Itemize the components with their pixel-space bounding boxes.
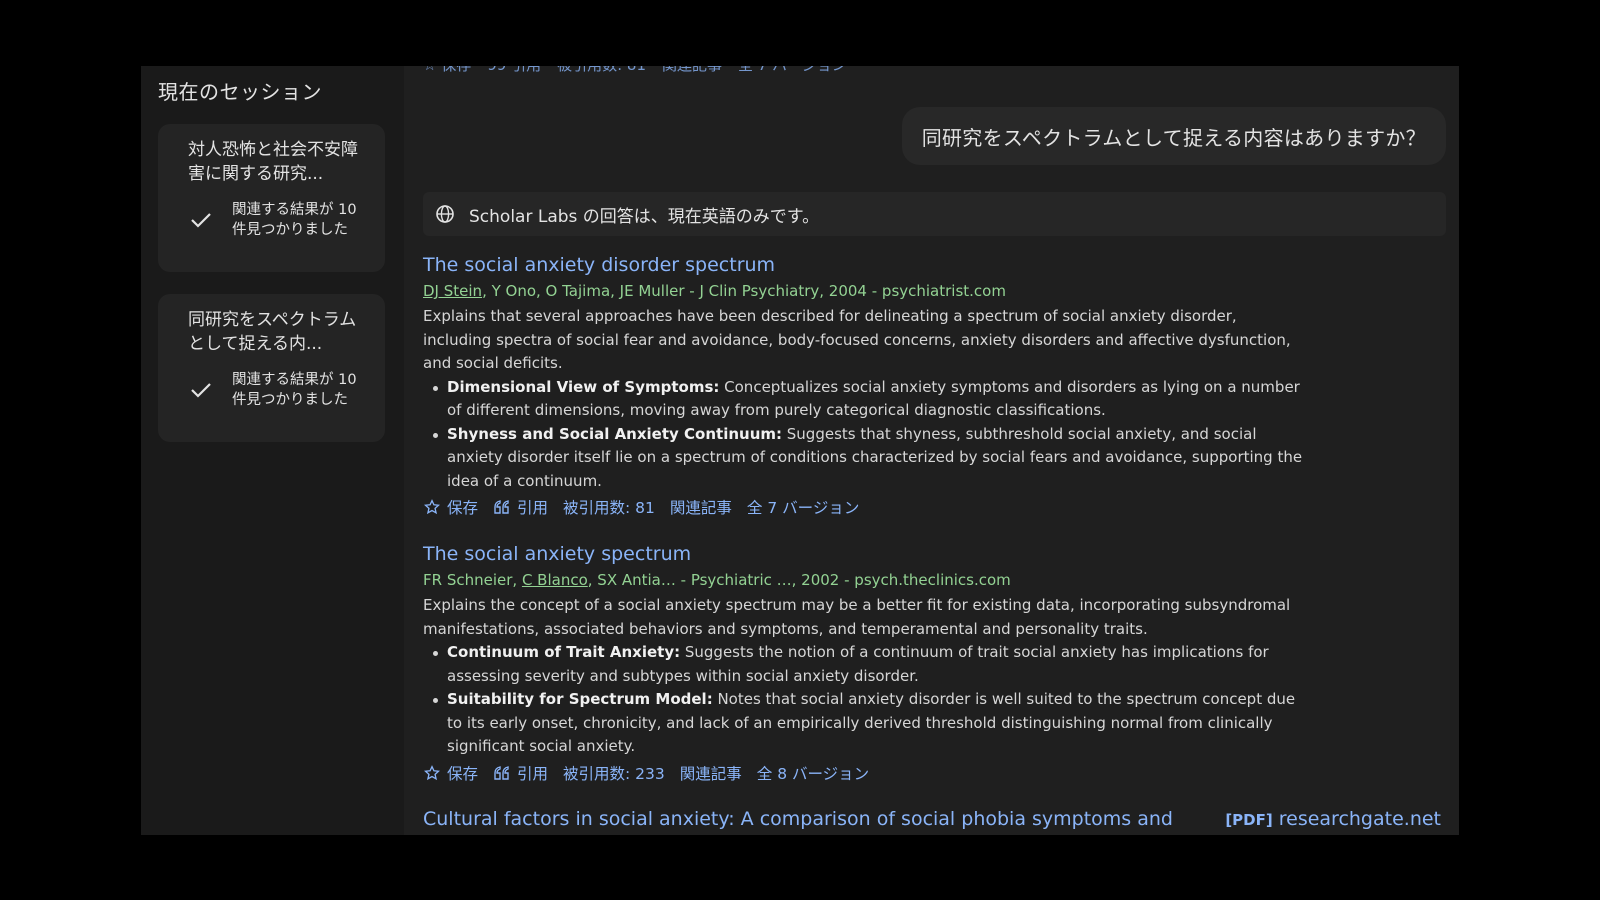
previous-result-actions: ☆ 保存 99 引用 被引用数: 81 関連記事 全 7 バージョン	[423, 66, 847, 75]
related-link[interactable]: 関連記事	[662, 66, 722, 75]
result-meta-text: , SX Antia… - Psychiatric …, 2002 - psyc…	[587, 571, 1011, 589]
save-label: 保存	[447, 499, 479, 517]
globe-icon	[435, 203, 457, 225]
bullet-head: Dimensional View of Symptoms:	[447, 377, 720, 396]
bullet-head: Shyness and Social Anxiety Continuum:	[447, 424, 782, 443]
result-meta: FR Schneier, C Blanco, SX Antia… - Psych…	[423, 569, 1303, 591]
language-notice: Scholar Labs の回答は、現在英語のみです。	[423, 192, 1446, 236]
quote-icon	[493, 498, 511, 516]
cite-label: 引用	[517, 499, 549, 517]
user-query-bubble: 同研究をスペクトラムとして捉える内容はありますか？	[901, 107, 1446, 165]
bullet-item: Suitability for Spectrum Model: Notes th…	[433, 688, 1303, 759]
pdf-tag: [PDF]	[1225, 811, 1273, 829]
result-actions: 保存 引用 被引用数: 233 関連記事 全 8 バージョン	[423, 762, 1303, 784]
pdf-site: researchgate.net	[1278, 808, 1441, 830]
versions-link[interactable]: 全 7 バージョン	[738, 66, 847, 75]
cite-label: 引用	[517, 764, 549, 783]
save-label: 保存	[447, 764, 479, 783]
cited-by-link[interactable]: 被引用数: 81	[557, 66, 646, 75]
star-icon	[423, 498, 441, 516]
check-icon	[190, 375, 220, 405]
result-item: The social anxiety spectrum FR Schneier,…	[423, 540, 1303, 784]
result-meta: DJ Stein, Y Ono, O Tajima, JE Muller - J…	[423, 280, 1303, 302]
results-list: The social anxiety disorder spectrum DJ …	[423, 251, 1303, 806]
session-status-text: 関連する結果が 10 件見つかりました	[232, 372, 357, 408]
result-title-link[interactable]: The social anxiety spectrum	[423, 540, 1303, 568]
author-link[interactable]: DJ Stein	[423, 282, 482, 300]
session-item-2[interactable]: 同研究をスペクトラムとして捉える内... 関連する結果が 10 件見つかりました	[158, 294, 385, 442]
cite-button[interactable]: 引用	[493, 496, 548, 518]
save-button[interactable]: 保存	[423, 762, 478, 784]
star-icon	[423, 764, 441, 782]
bullet-item: Continuum of Trait Anxiety: Suggests the…	[433, 641, 1303, 688]
check-icon	[190, 205, 220, 235]
all-versions-link[interactable]: 全 7 バージョン	[747, 496, 859, 518]
cite-button[interactable]: 引用	[493, 762, 548, 784]
chat-main: ☆ 保存 99 引用 被引用数: 81 関連記事 全 7 バージョン 同研究をス…	[404, 66, 1459, 835]
result-actions: 保存 引用 被引用数: 81 関連記事 全 7 バージョン	[423, 496, 1303, 518]
result-bullets: Dimensional View of Symptoms: Conceptual…	[423, 376, 1303, 494]
session-status: 関連する結果が 10 件見つかりました	[188, 200, 371, 240]
cited-by-link[interactable]: 被引用数: 233	[563, 762, 665, 784]
bullet-item: Dimensional View of Symptoms: Conceptual…	[433, 376, 1303, 423]
session-title: 同研究をスペクトラムとして捉える内...	[188, 310, 357, 354]
session-status-text: 関連する結果が 10 件見つかりました	[232, 202, 357, 238]
result-bullets: Continuum of Trait Anxiety: Suggests the…	[423, 641, 1303, 759]
result-title-link[interactable]: Cultural factors in social anxiety: A co…	[423, 808, 1173, 830]
pdf-link[interactable]: [PDF] researchgate.net	[1225, 808, 1441, 830]
sidebar-title: 現在のセッション	[158, 80, 322, 104]
result-item: The social anxiety disorder spectrum DJ …	[423, 251, 1303, 518]
bullet-head: Suitability for Spectrum Model:	[447, 690, 713, 708]
session-item-1[interactable]: 対人恐怖と社会不安障害に関する研究... 関連する結果が 10 件見つかりました	[158, 124, 385, 272]
result-snippet: Explains that several approaches have be…	[423, 307, 1291, 372]
author-link[interactable]: C Blanco	[522, 571, 588, 589]
save-link[interactable]: ☆ 保存	[423, 66, 471, 75]
result-title-link[interactable]: The social anxiety disorder spectrum	[423, 251, 1303, 279]
result-meta-text: , Y Ono, O Tajima, JE Muller - J Clin Ps…	[482, 282, 1006, 300]
related-articles-link[interactable]: 関連記事	[680, 762, 742, 784]
bullet-head: Continuum of Trait Anxiety:	[447, 643, 681, 661]
cited-by-link[interactable]: 被引用数: 81	[563, 496, 655, 518]
result-meta-text: FR Schneier,	[423, 571, 522, 589]
related-articles-link[interactable]: 関連記事	[670, 496, 732, 518]
save-button[interactable]: 保存	[423, 496, 478, 518]
cite-link[interactable]: 99 引用	[487, 66, 541, 75]
session-title: 対人恐怖と社会不安障害に関する研究...	[188, 140, 358, 184]
bullet-item: Shyness and Social Anxiety Continuum: Su…	[433, 423, 1303, 494]
all-versions-link[interactable]: 全 8 バージョン	[757, 762, 869, 784]
notice-text: Scholar Labs の回答は、現在英語のみです。	[469, 206, 820, 227]
quote-icon	[493, 764, 511, 782]
session-sidebar: 現在のセッション 対人恐怖と社会不安障害に関する研究... 関連する結果が 10…	[141, 66, 404, 835]
session-status: 関連する結果が 10 件見つかりました	[188, 370, 371, 410]
app-window: 現在のセッション 対人恐怖と社会不安障害に関する研究... 関連する結果が 10…	[141, 66, 1459, 835]
result-snippet: Explains the concept of a social anxiety…	[423, 596, 1291, 638]
